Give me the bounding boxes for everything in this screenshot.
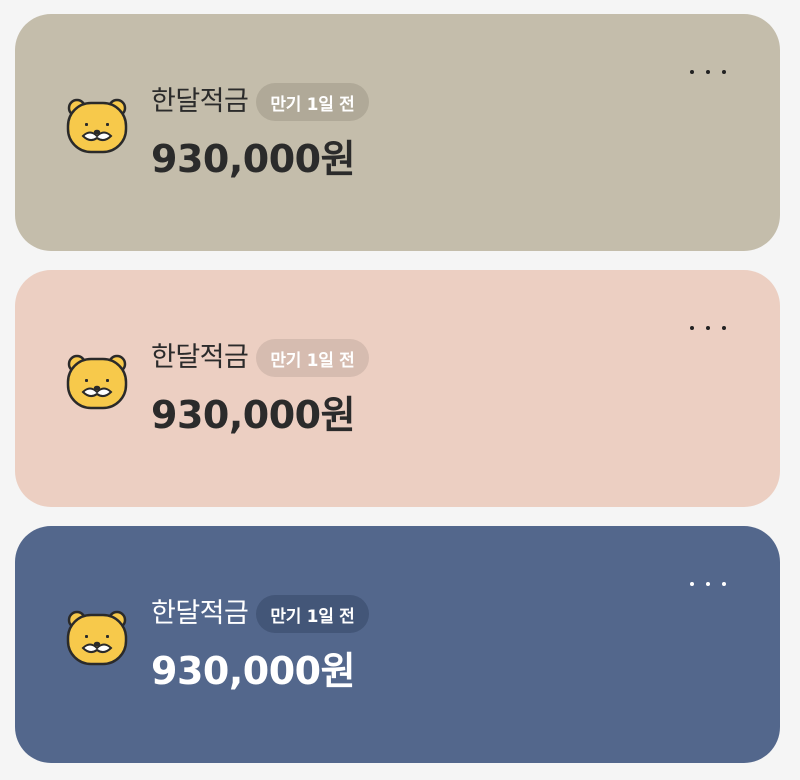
balance-amount: 930,000원: [151, 137, 356, 181]
more-options-button[interactable]: [690, 60, 726, 84]
more-dot: [706, 70, 710, 74]
maturity-badge: 만기 1일 전: [256, 595, 369, 633]
ryan-character-icon: [65, 608, 129, 668]
more-dot: [706, 582, 710, 586]
more-horizontal-icon: [690, 582, 694, 586]
balance-amount: 930,000원: [151, 649, 356, 693]
more-dot: [706, 326, 710, 330]
more-dot: [722, 582, 726, 586]
more-horizontal-icon: [690, 70, 694, 74]
more-dot: [722, 70, 726, 74]
savings-card[interactable]: 한달적금 만기 1일 전 930,000원: [15, 526, 780, 763]
title-row: 한달적금 만기 1일 전: [151, 82, 369, 122]
product-name: 한달적금: [151, 598, 249, 629]
product-name: 한달적금: [151, 86, 249, 117]
title-row: 한달적금 만기 1일 전: [151, 594, 369, 634]
more-options-button[interactable]: [690, 316, 726, 340]
savings-card[interactable]: 한달적금 만기 1일 전 930,000원: [15, 270, 780, 507]
savings-card-list: 한달적금 만기 1일 전 930,000원 한달적금 만기 1일 전 930,0…: [0, 0, 800, 780]
savings-card[interactable]: 한달적금 만기 1일 전 930,000원: [15, 14, 780, 251]
maturity-badge: 만기 1일 전: [256, 83, 369, 121]
ryan-character-icon: [65, 352, 129, 412]
ryan-character-icon: [65, 96, 129, 156]
more-horizontal-icon: [690, 326, 694, 330]
more-options-button[interactable]: [690, 572, 726, 596]
more-dot: [722, 326, 726, 330]
maturity-badge: 만기 1일 전: [256, 339, 369, 377]
title-row: 한달적금 만기 1일 전: [151, 338, 369, 378]
product-name: 한달적금: [151, 342, 249, 373]
balance-amount: 930,000원: [151, 393, 356, 437]
